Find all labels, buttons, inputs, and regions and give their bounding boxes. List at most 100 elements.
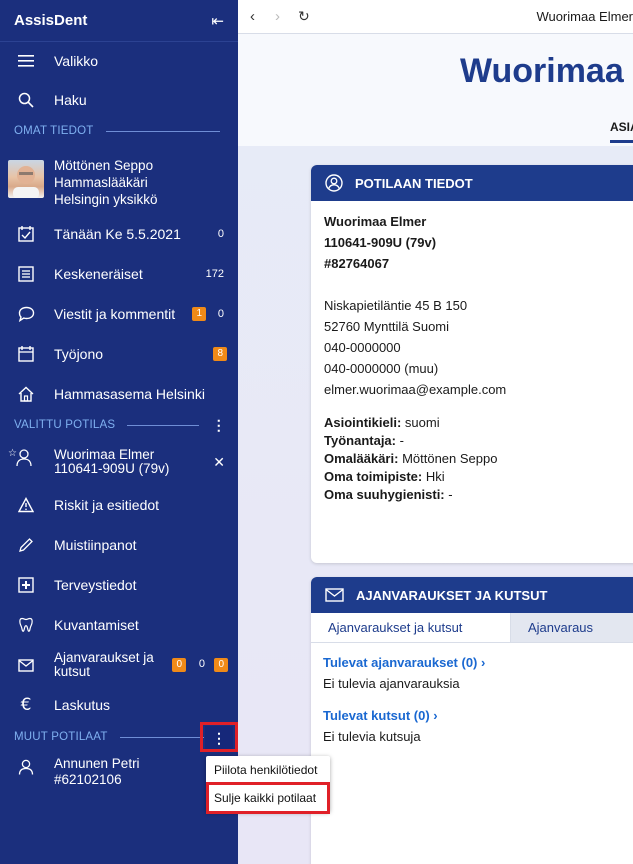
collapse-sidebar-icon[interactable]: ⇤: [211, 12, 224, 30]
sidebar-item-risks[interactable]: Riskit ja esitiedot: [0, 494, 238, 516]
sidebar-item-queue[interactable]: Työjono 8: [0, 343, 238, 365]
sidebar: AssisDent ⇤ Valikko Haku OMAT TIEDOT Möt…: [0, 0, 238, 864]
calendar-icon: [16, 344, 36, 364]
back-icon[interactable]: ‹: [250, 8, 255, 25]
health-label: Terveystiedot: [54, 577, 137, 593]
pencil-icon: [16, 535, 36, 555]
close-patient-icon[interactable]: ✕: [213, 454, 225, 471]
tab-appointments[interactable]: Ajanvaraus: [511, 613, 633, 642]
avatar: [8, 160, 44, 198]
upcoming-appointments-link[interactable]: Tulevat ajanvaraukset (0): [323, 655, 477, 670]
tooth-icon: [16, 615, 36, 635]
tab-appointments-calls[interactable]: Ajanvaraukset ja kutsut: [311, 613, 511, 642]
station-label: Hammasasema Helsinki: [54, 386, 205, 402]
sidebar-item-imaging[interactable]: Kuvantamiset: [0, 614, 238, 636]
calendar-check-icon: [16, 224, 36, 244]
appointments-card: AJANVARAUKSET JA KUTSUT Ajanvaraukset ja…: [311, 577, 633, 864]
selected-patient-id: 110641-909U (79v): [54, 461, 170, 476]
upcoming-empty-text: Ei tulevia ajanvarauksia: [323, 676, 460, 691]
billing-label: Laskutus: [54, 697, 111, 713]
risks-label: Riskit ja esitiedot: [54, 497, 160, 513]
menu-button[interactable]: Valikko: [0, 50, 238, 72]
envelope-icon: [325, 588, 344, 602]
patient-phone-other: 040-0000000 (muu): [324, 361, 439, 376]
user-profile[interactable]: Möttönen Seppo Hammaslääkäri Helsingin y…: [0, 155, 238, 207]
sidebar-item-health[interactable]: Terveystiedot: [0, 574, 238, 596]
other-patient-name: Annunen Petri: [54, 756, 140, 771]
tab-title: Wuorimaa Elmer: [536, 9, 633, 24]
highlight-box-menu: [200, 722, 238, 752]
highlight-box-close-all: [206, 782, 330, 814]
appointments-badge-1: 0: [172, 658, 186, 672]
svg-text:☆: ☆: [8, 448, 17, 459]
calls-empty-text: Ei tulevia kutsuja: [323, 729, 421, 744]
patient-info-card: POTILAAN TIEDOT Wuorimaa Elmer 110641-90…: [311, 165, 633, 563]
sidebar-item-appointments[interactable]: Ajanvaraukset ja kutsut 0 0 0: [0, 648, 238, 682]
field-language: Asiointikieli: suomi: [324, 415, 440, 430]
patient-ssn: 110641-909U (79v): [324, 235, 437, 250]
patient-number: #82764067: [324, 256, 390, 271]
patient-phone: 040-0000000: [324, 340, 401, 355]
main-area: ‹ › ↻ Wuorimaa Elmer Wuorimaa ASIA POTIL…: [238, 0, 633, 864]
search-button[interactable]: Haku: [0, 89, 238, 111]
app-logo: AssisDent: [14, 12, 88, 29]
queue-badge: 8: [213, 347, 227, 361]
chat-bubble-icon: [16, 304, 36, 324]
sidebar-item-unfinished[interactable]: Keskeneräiset 172: [0, 263, 238, 285]
sidebar-item-today[interactable]: Tänään Ke 5.5.2021 0: [0, 223, 238, 245]
search-label: Haku: [54, 92, 87, 108]
hamburger-icon: [16, 51, 36, 71]
user-role: Hammaslääkäri: [54, 175, 148, 190]
selected-patient-name: Wuorimaa Elmer: [54, 447, 155, 462]
appointments-header: AJANVARAUKSET JA KUTSUT: [311, 577, 633, 613]
tab-asia[interactable]: ASIA: [610, 120, 633, 134]
notes-label: Muistiinpanot: [54, 537, 137, 553]
medical-plus-icon: [16, 575, 36, 595]
appointments-tabs: Ajanvaraukset ja kutsut Ajanvaraus: [311, 613, 633, 643]
favorite-person-icon: ☆: [8, 447, 36, 467]
browser-toolbar: ‹ › ↻ Wuorimaa Elmer: [238, 0, 633, 34]
user-unit: Helsingin yksikkö: [54, 192, 158, 207]
person-icon: [16, 757, 36, 777]
search-icon: [16, 90, 36, 110]
patient-info-header: POTILAAN TIEDOT: [311, 165, 633, 201]
sidebar-item-station[interactable]: Hammasasema Helsinki: [0, 383, 238, 405]
selected-patient-item[interactable]: ☆ Wuorimaa Elmer 110641-909U (79v) ✕: [0, 447, 238, 479]
upcoming-calls-link[interactable]: Tulevat kutsut (0): [323, 708, 430, 723]
sidebar-item-billing[interactable]: € Laskutus: [0, 694, 238, 716]
patient-email: elmer.wuorimaa@example.com: [324, 382, 507, 397]
section-other-patients: MUUT POTILAAT: [14, 731, 204, 743]
patient-address: Niskapietiläntie 45 B 150: [324, 298, 468, 313]
list-icon: [16, 264, 36, 284]
patient-city: 52760 Mynttilä Suomi: [324, 319, 450, 334]
sidebar-item-notes[interactable]: Muistiinpanot: [0, 534, 238, 556]
hide-personal-info-item[interactable]: Piilota henkilötiedot: [206, 756, 330, 784]
today-label: Tänään Ke 5.5.2021: [54, 226, 181, 242]
home-icon: [16, 384, 36, 404]
appointments-count: 0: [198, 658, 205, 670]
other-patient-item[interactable]: Annunen Petri #62102106: [0, 755, 238, 789]
menu-label: Valikko: [54, 53, 99, 69]
forward-icon[interactable]: ›: [275, 8, 280, 25]
user-name: Möttönen Seppo: [54, 158, 154, 173]
patient-name: Wuorimaa Elmer: [324, 214, 427, 229]
selected-patient-menu-icon[interactable]: ⋮: [212, 417, 226, 434]
euro-icon: €: [20, 695, 32, 715]
other-patient-id: #62102106: [54, 772, 122, 787]
envelope-icon: [16, 655, 36, 675]
appointments-label: Ajanvaraukset ja kutsut: [54, 650, 154, 679]
field-employer: Työnantaja: -: [324, 433, 404, 448]
field-own-hygienist: Oma suuhygienisti: -: [324, 487, 453, 502]
refresh-icon[interactable]: ↻: [298, 8, 310, 25]
field-own-doctor: Omalääkäri: Möttönen Seppo: [324, 451, 498, 466]
patient-info-body: Wuorimaa Elmer 110641-909U (79v) #827640…: [311, 201, 633, 514]
messages-badge: 1: [192, 307, 206, 321]
page-title: Wuorimaa: [460, 52, 624, 90]
section-own-info: OMAT TIEDOT: [14, 125, 220, 137]
appointments-badge-2: 0: [214, 658, 228, 672]
person-circle-icon: [325, 174, 343, 192]
sidebar-item-messages[interactable]: Viestit ja kommentit 1 0: [0, 303, 238, 325]
chevron-right-icon: ›: [481, 655, 486, 670]
messages-count: 0: [217, 308, 224, 320]
queue-label: Työjono: [54, 346, 104, 362]
